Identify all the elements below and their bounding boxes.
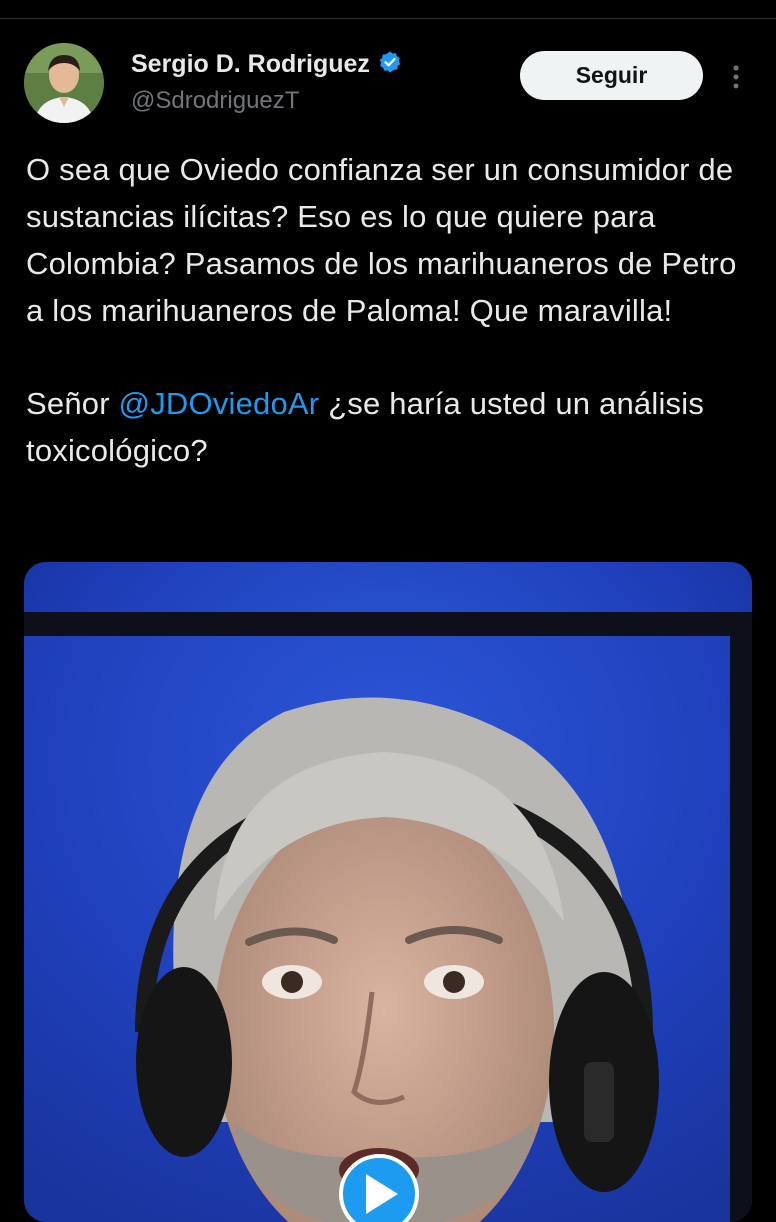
tweet-paragraph: Señor @JDOviedoAr ¿se haría usted un aná… [26,380,756,474]
author-block: Sergio D. Rodriguez @SdrodriguezT [131,50,402,115]
follow-button[interactable]: Seguir [520,51,703,100]
tweet-video[interactable] [24,562,752,1222]
author-name[interactable]: Sergio D. Rodriguez [131,50,370,79]
verified-badge-icon [378,50,402,79]
more-options-icon[interactable] [728,64,744,90]
tweet-text-prefix: Señor [26,386,119,421]
mention-link[interactable]: @JDOviedoAr [119,386,320,421]
avatar-image [24,43,104,123]
top-divider [0,0,776,19]
author-handle[interactable]: @SdrodriguezT [131,87,402,115]
avatar[interactable] [24,43,104,123]
tweet-text: O sea que Oviedo confianza ser un consum… [26,146,756,474]
video-frame [24,562,752,1222]
tweet-paragraph: O sea que Oviedo confianza ser un consum… [26,152,737,328]
